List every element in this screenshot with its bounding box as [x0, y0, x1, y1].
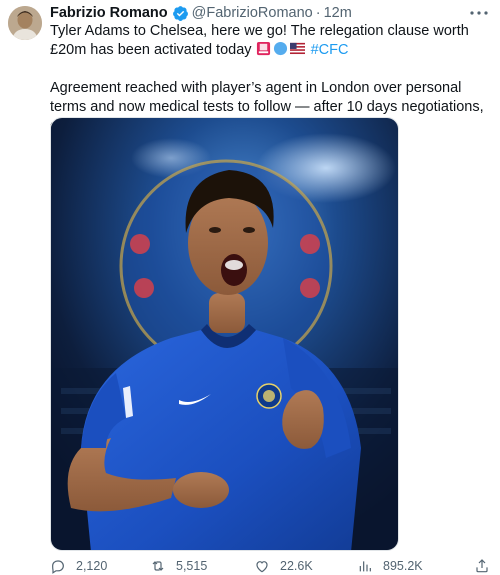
separator-dot: · — [315, 5, 321, 21]
hashtag-cfc[interactable]: #CFC — [311, 42, 349, 58]
retweet-count: 5,515 — [176, 558, 208, 573]
more-options-icon[interactable] — [468, 4, 490, 22]
avatar[interactable] — [8, 6, 42, 40]
tweet: Fabrizio Romano @FabrizioRomano · 12m Ty… — [0, 0, 500, 575]
verified-badge-icon — [172, 5, 188, 21]
like-button[interactable]: 22.6K — [254, 558, 313, 574]
tweet-header: Fabrizio Romano @FabrizioRomano · 12m — [50, 3, 352, 23]
views-button[interactable]: 895.2K — [357, 558, 423, 574]
like-count: 22.6K — [280, 558, 313, 573]
avatar-image — [8, 6, 42, 40]
player-photo — [51, 118, 398, 550]
author-name[interactable]: Fabrizio Romano — [50, 5, 168, 21]
reply-count: 2,120 — [76, 558, 108, 573]
reply-icon — [52, 559, 64, 574]
author-handle[interactable]: @FabrizioRomano — [192, 5, 313, 21]
tweet-media-image[interactable] — [50, 117, 399, 551]
views-count: 895.2K — [383, 558, 423, 573]
relegation-stamp-icon — [256, 41, 270, 56]
tweet-actions: 2,120 5,515 22.6K 895.2K — [50, 556, 494, 575]
retweet-icon — [152, 560, 164, 571]
share-icon — [476, 558, 488, 572]
heart-icon — [256, 560, 268, 572]
us-flag-icon — [289, 42, 305, 55]
blue-circle-icon — [273, 41, 287, 56]
timestamp[interactable]: 12m — [324, 5, 352, 21]
retweet-button[interactable]: 5,515 — [150, 558, 207, 574]
reply-button[interactable]: 2,120 — [50, 558, 107, 574]
analytics-icon — [359, 560, 371, 571]
share-button[interactable] — [474, 558, 490, 574]
